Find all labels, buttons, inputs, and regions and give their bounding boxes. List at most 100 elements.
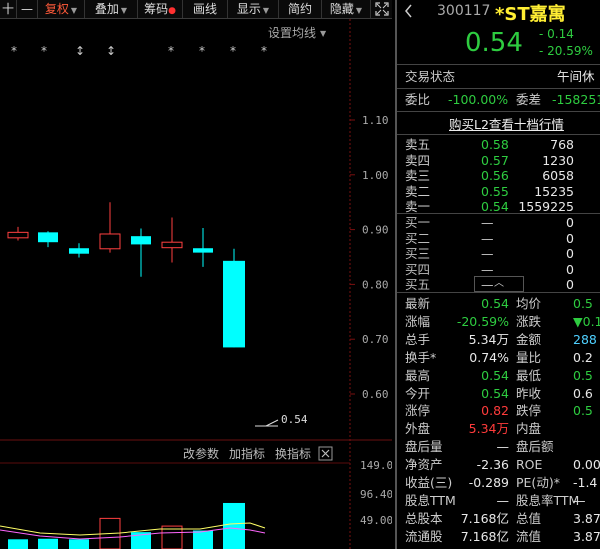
sell-order-row[interactable]: 卖二 0.55 15235 <box>397 184 600 199</box>
order-level-label: 买一 <box>405 215 431 230</box>
sell-order-row[interactable]: 卖三 0.56 6058 <box>397 168 600 183</box>
ma-settings-link[interactable]: 设置均线 <box>268 26 316 40</box>
order-level-label: 卖四 <box>405 152 431 168</box>
minus-button[interactable]: — <box>17 0 38 18</box>
stats-row: 盘后量 — 盘后额 <box>397 438 600 456</box>
order-level-label: 卖一 <box>405 199 431 214</box>
simple-mode-button[interactable]: 简约 <box>279 0 322 18</box>
stat-value: ▼0.1 <box>573 313 600 329</box>
candle[interactable] <box>99 202 121 253</box>
last-price-label: 0.54 <box>281 413 308 426</box>
event-marker-icon[interactable]: * <box>11 44 17 58</box>
candle-body <box>193 248 213 253</box>
candle-body <box>69 248 89 254</box>
event-marker-icon[interactable]: * <box>199 44 205 58</box>
stat-label: 股息TTM <box>405 492 456 508</box>
volume-tick-label: 49.00 <box>360 514 392 527</box>
stats-row: 涨停 0.82 跌停 0.5 <box>397 402 600 420</box>
stat-label: 股息率TTM <box>516 492 580 508</box>
y-tick-label: 0.90 <box>362 224 389 237</box>
candlestick-chart[interactable]: 设置均线 ▼ * * ↕ ↕ * * * * 1.10 1.00 0.90 0.80 0.70 0.60… <box>0 19 392 549</box>
chevron-down-icon: ▼ <box>355 6 363 15</box>
candle[interactable] <box>223 248 245 348</box>
stats-row: 总股本 7.168亿总值 3.871 <box>397 510 600 528</box>
weibi-value: -100.00% <box>448 92 509 107</box>
sell-order-row[interactable]: 卖四 0.57 1230 <box>397 153 600 168</box>
chip-distribution-button[interactable]: 筹码● <box>138 0 183 18</box>
order-level-label: 卖三 <box>405 168 431 183</box>
stat-label: PE(动)* <box>516 475 560 490</box>
collapse-orderbook-button[interactable]: ︿ <box>474 276 524 292</box>
candle[interactable] <box>193 227 213 267</box>
crosshair-button[interactable]: 十 <box>0 0 17 18</box>
candle[interactable] <box>38 231 58 248</box>
event-marker-icon[interactable]: * <box>41 44 47 58</box>
stat-label: 收益(三) <box>405 475 453 490</box>
stats-row: 股息TTM — 股息率TTM — <box>397 492 600 510</box>
event-marker-icon[interactable]: ↕ <box>75 44 85 58</box>
event-marker-icon[interactable]: * <box>168 44 174 58</box>
stats-row: 总手 5.34万 金额 288 <box>397 331 600 349</box>
stats-row: 收益(三) -0.289 PE(动)* -1.4 <box>397 474 600 492</box>
buy-order-row[interactable]: 买二 — 0 <box>397 231 600 246</box>
order-price: 0.57 <box>481 152 509 168</box>
close-icon[interactable] <box>318 446 333 461</box>
add-indicator-link[interactable]: 加指标 <box>229 446 265 461</box>
stats-row: 外盘 5.34万 内盘 <box>397 420 600 438</box>
chevron-down-icon: ▼ <box>70 6 78 15</box>
overlay-label: 叠加 <box>94 2 119 16</box>
stat-value: 0.54 <box>481 296 509 311</box>
stat-label: 量比 <box>516 349 542 365</box>
candle[interactable] <box>7 226 29 241</box>
sell-order-row[interactable]: 卖五 0.58 768 <box>397 137 600 152</box>
overlay-button[interactable]: 叠加 ▼ <box>85 0 138 18</box>
event-marker-icon[interactable]: * <box>230 44 236 58</box>
notification-dot-icon: ● <box>168 6 176 16</box>
draw-line-button[interactable]: 画线 <box>183 0 228 18</box>
order-price: 0.54 <box>481 199 509 214</box>
weicha-value: -158251 <box>552 92 600 107</box>
stat-label: 金额 <box>516 331 542 347</box>
sell-order-row[interactable]: 卖一 0.54 1559225 <box>397 199 600 214</box>
event-marker-icon[interactable]: ↕ <box>106 44 116 58</box>
candle[interactable] <box>161 217 183 263</box>
candle[interactable] <box>69 243 89 258</box>
trade-status-label: 交易状态 <box>405 69 456 84</box>
buy-order-row[interactable]: 买三 — 0 <box>397 246 600 261</box>
star-icon[interactable] <box>405 4 419 18</box>
l2-purchase-link[interactable]: 购买L2查看十档行情 <box>449 114 564 133</box>
order-level-label: 卖二 <box>405 183 431 199</box>
stat-value: — <box>496 492 510 508</box>
stat-label: 总股本 <box>405 510 443 526</box>
order-volume: 768 <box>550 137 574 152</box>
stat-label: 今开 <box>405 385 431 401</box>
modify-params-link[interactable]: 改参数 <box>183 446 219 461</box>
y-tick-label: 1.10 <box>362 114 389 127</box>
stat-label: 总值 <box>516 510 542 526</box>
stats-row: 最高 0.54 最低 0.5 <box>397 367 600 385</box>
stat-value: 5.34万 <box>468 421 509 437</box>
stat-label: 内盘 <box>516 421 542 437</box>
buy-order-row[interactable]: 买一 — 0 <box>397 215 600 230</box>
order-price: 0.56 <box>481 168 509 183</box>
stat-value: 0.6 <box>573 385 593 401</box>
order-volume: 15235 <box>534 183 574 199</box>
candle[interactable] <box>131 228 151 277</box>
stat-value: -1.4 <box>573 475 598 490</box>
adjust-rights-button[interactable]: 复权 ▼ <box>38 0 85 18</box>
switch-indicator-link[interactable]: 换指标 <box>275 446 311 461</box>
stats-row: 最新 0.54 均价 0.5 <box>397 295 600 313</box>
hide-button[interactable]: 隐藏 ▼ <box>322 0 371 18</box>
expand-icon[interactable] <box>371 0 392 18</box>
display-button[interactable]: 显示 ▼ <box>228 0 279 18</box>
volume-bar <box>38 538 58 549</box>
candle-body <box>161 241 183 249</box>
stat-value: 0.5 <box>573 403 593 419</box>
stat-label: 外盘 <box>405 421 431 437</box>
y-tick-label: 0.60 <box>362 388 389 401</box>
stat-value: 0.2 <box>573 349 593 365</box>
buy-order-row[interactable]: 买四 — 0 <box>397 262 600 277</box>
volume-tick-label: 96.40 <box>360 488 392 501</box>
event-marker-icon[interactable]: * <box>261 44 267 58</box>
volume-bar <box>69 539 89 549</box>
